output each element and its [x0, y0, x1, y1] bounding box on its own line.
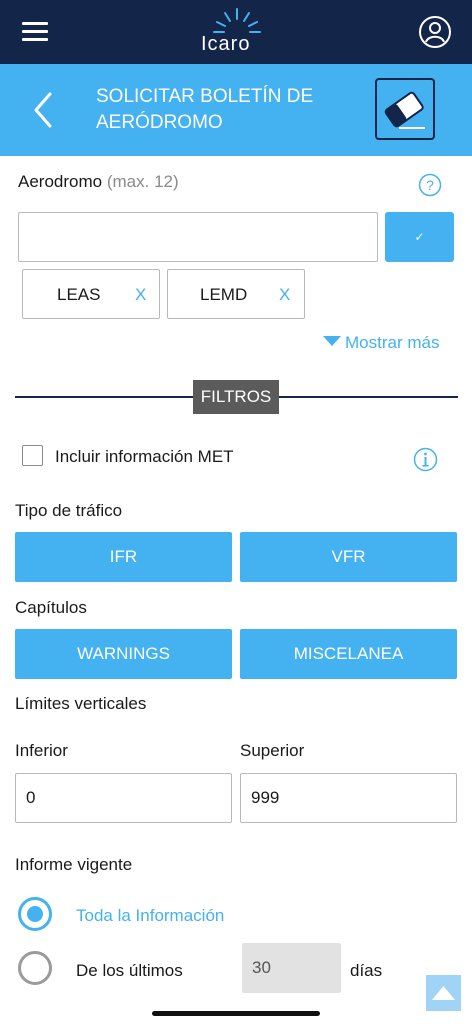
divider-left: [15, 396, 193, 398]
report-validity-label: Informe vigente: [15, 855, 133, 874]
upper-limit-label: Superior: [240, 741, 305, 760]
filters-section-title: FILTROS: [193, 380, 279, 414]
home-indicator: [152, 1011, 320, 1016]
show-more-link[interactable]: Mostrar más: [323, 333, 439, 353]
chapter-warnings-button[interactable]: WARNINGS: [15, 629, 232, 679]
radio-last-days-label[interactable]: De los últimos: [76, 961, 183, 981]
radio-last-days[interactable]: [18, 951, 52, 985]
chapters-label: Capítulos: [15, 598, 87, 617]
show-more-label: Mostrar más: [345, 333, 440, 352]
radio-all-information[interactable]: [18, 897, 52, 931]
info-circle-icon[interactable]: [413, 447, 438, 472]
arrow-up-icon: [432, 986, 455, 1000]
chip-code: LEMD: [200, 285, 248, 304]
upper-limit-input[interactable]: [240, 773, 457, 823]
aerodrome-label: Aerodromo (max. 12): [18, 172, 179, 192]
traffic-vfr-button[interactable]: VFR: [240, 532, 457, 582]
aerodrome-chip-lemd: LEMD X: [167, 269, 305, 319]
lower-limit-label: Inferior: [15, 741, 68, 760]
eraser-icon: [384, 91, 425, 129]
app-logo: Icaro: [192, 6, 282, 60]
top-app-bar: Icaro: [0, 0, 472, 64]
traffic-ifr-button[interactable]: IFR: [15, 532, 232, 582]
triangle-down-icon: [323, 336, 341, 346]
traffic-type-label: Tipo de tráfico: [15, 501, 123, 520]
days-unit-label: días: [350, 961, 383, 980]
aerodrome-input[interactable]: [18, 212, 378, 262]
met-checkbox[interactable]: [22, 445, 43, 466]
aerodrome-chip-leas: LEAS X: [22, 269, 160, 319]
scroll-to-top-button[interactable]: [426, 975, 461, 1011]
chevron-left-icon[interactable]: [30, 90, 60, 130]
chip-code: LEAS: [57, 285, 101, 304]
clear-form-button[interactable]: [375, 78, 435, 140]
page-header: SOLICITAR BOLETÍN DE AERÓDROMO: [0, 64, 472, 156]
met-checkbox-label[interactable]: Incluir información MET: [55, 447, 234, 467]
chip-remove-button[interactable]: X: [279, 285, 290, 305]
question-circle-icon[interactable]: ?: [418, 173, 442, 197]
chapter-miscelanea-button[interactable]: MISCELANEA: [240, 629, 457, 679]
aerodrome-label-text: Aerodromo: [18, 172, 103, 191]
page-title: SOLICITAR BOLETÍN DE AERÓDROMO: [96, 86, 314, 133]
lower-limit-input[interactable]: [15, 773, 232, 823]
vertical-limits-label: Límites verticales: [15, 694, 147, 713]
confirm-aerodrome-button[interactable]: ✓: [385, 212, 454, 262]
chip-remove-button[interactable]: X: [135, 285, 146, 305]
user-circle-icon[interactable]: [418, 15, 452, 49]
radio-all-information-label[interactable]: Toda la Información: [76, 906, 224, 926]
svg-text:?: ?: [426, 177, 434, 193]
logo-text: Icaro: [201, 33, 251, 55]
divider-right: [279, 396, 458, 398]
aerodrome-max-hint: (max. 12): [106, 172, 179, 191]
radio-selected-dot: [27, 906, 43, 922]
hamburger-menu-icon[interactable]: [20, 20, 50, 44]
days-input[interactable]: [242, 943, 341, 993]
